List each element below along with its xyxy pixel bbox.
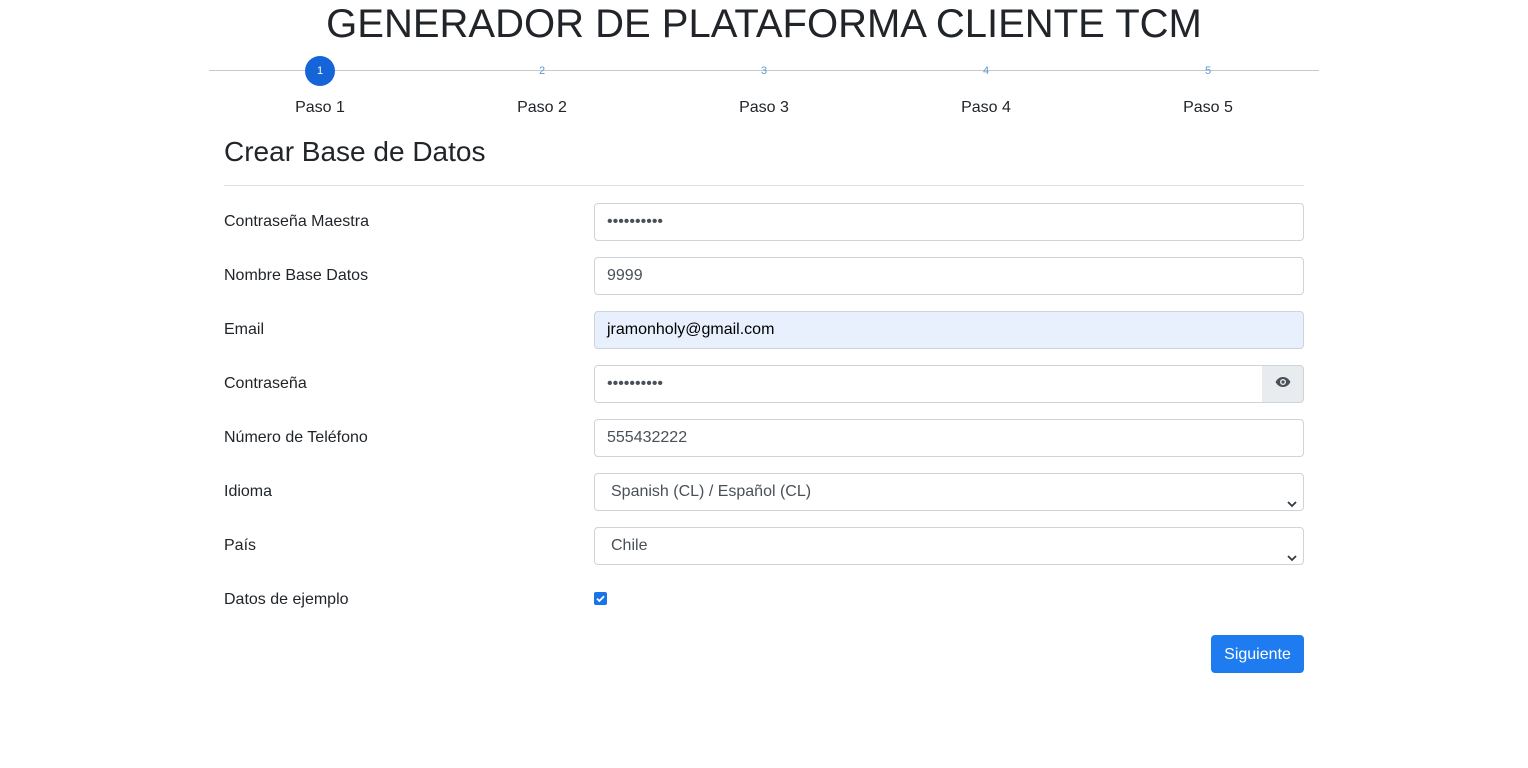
email-row: Email jramonholy@gmail.com <box>224 311 1304 349</box>
demo-data-label: Datos de ejemplo <box>224 591 349 608</box>
checkmark-icon <box>594 592 607 609</box>
step-5-circle[interactable]: 5 <box>1193 56 1223 86</box>
db-name-input[interactable]: 9999 <box>594 257 1304 295</box>
db-name-label: Nombre Base Datos <box>224 267 369 284</box>
step-3[interactable]: 3 Paso 3 <box>653 56 875 120</box>
step-1-label: Paso 1 <box>295 99 345 116</box>
language-select[interactable]: Spanish (CL) / Español (CL) <box>594 473 1304 511</box>
create-database-form: Crear Base de Datos Contraseña Maestra •… <box>224 130 1304 673</box>
step-2[interactable]: 2 Paso 2 <box>431 56 653 120</box>
country-row: País Chile <box>224 527 1304 565</box>
step-4-circle[interactable]: 4 <box>971 56 1001 86</box>
step-3-label: Paso 3 <box>739 99 789 116</box>
email-input[interactable]: jramonholy@gmail.com <box>594 311 1304 349</box>
phone-label: Número de Teléfono <box>224 429 368 446</box>
country-selected-value: Chile <box>611 537 648 554</box>
password-row: Contraseña •••••••••• <box>224 365 1304 403</box>
db-name-row: Nombre Base Datos 9999 <box>224 257 1304 295</box>
demo-data-checkbox[interactable] <box>594 592 607 605</box>
language-label: Idioma <box>224 483 273 500</box>
step-3-circle[interactable]: 3 <box>749 56 779 86</box>
step-2-label: Paso 2 <box>517 99 567 116</box>
step-1-circle[interactable]: 1 <box>305 56 335 86</box>
master-password-label: Contraseña Maestra <box>224 213 369 230</box>
next-button[interactable]: Siguiente <box>1211 635 1304 673</box>
step-2-circle[interactable]: 2 <box>527 56 557 86</box>
phone-row: Número de Teléfono 555432222 <box>224 419 1304 457</box>
page-title: GENERADOR DE PLATAFORMA CLIENTE TCM <box>326 2 1202 46</box>
step-4[interactable]: 4 Paso 4 <box>875 56 1097 120</box>
language-selected-value: Spanish (CL) / Español (CL) <box>611 483 812 500</box>
master-password-row: Contraseña Maestra •••••••••• <box>224 203 1304 241</box>
stepper: 1 Paso 1 2 Paso 2 3 Paso 3 4 Paso 4 5 Pa… <box>209 56 1319 120</box>
form-title: Crear Base de Datos <box>224 130 1304 186</box>
chevron-down-icon <box>1287 541 1297 562</box>
step-1[interactable]: 1 Paso 1 <box>209 56 431 120</box>
step-5-label: Paso 5 <box>1183 99 1233 116</box>
demo-data-row: Datos de ejemplo <box>224 581 1304 619</box>
toggle-password-button[interactable] <box>1262 365 1304 403</box>
chevron-down-icon <box>1287 487 1297 508</box>
country-select[interactable]: Chile <box>594 527 1304 565</box>
phone-input[interactable]: 555432222 <box>594 419 1304 457</box>
password-label: Contraseña <box>224 375 307 392</box>
password-input[interactable]: •••••••••• <box>594 365 1263 403</box>
email-label: Email <box>224 321 265 338</box>
master-password-input[interactable]: •••••••••• <box>594 203 1304 241</box>
eye-icon <box>1275 375 1291 393</box>
step-5[interactable]: 5 Paso 5 <box>1097 56 1319 120</box>
language-row: Idioma Spanish (CL) / Español (CL) <box>224 473 1304 511</box>
country-label: País <box>224 537 257 554</box>
step-4-label: Paso 4 <box>961 99 1011 116</box>
